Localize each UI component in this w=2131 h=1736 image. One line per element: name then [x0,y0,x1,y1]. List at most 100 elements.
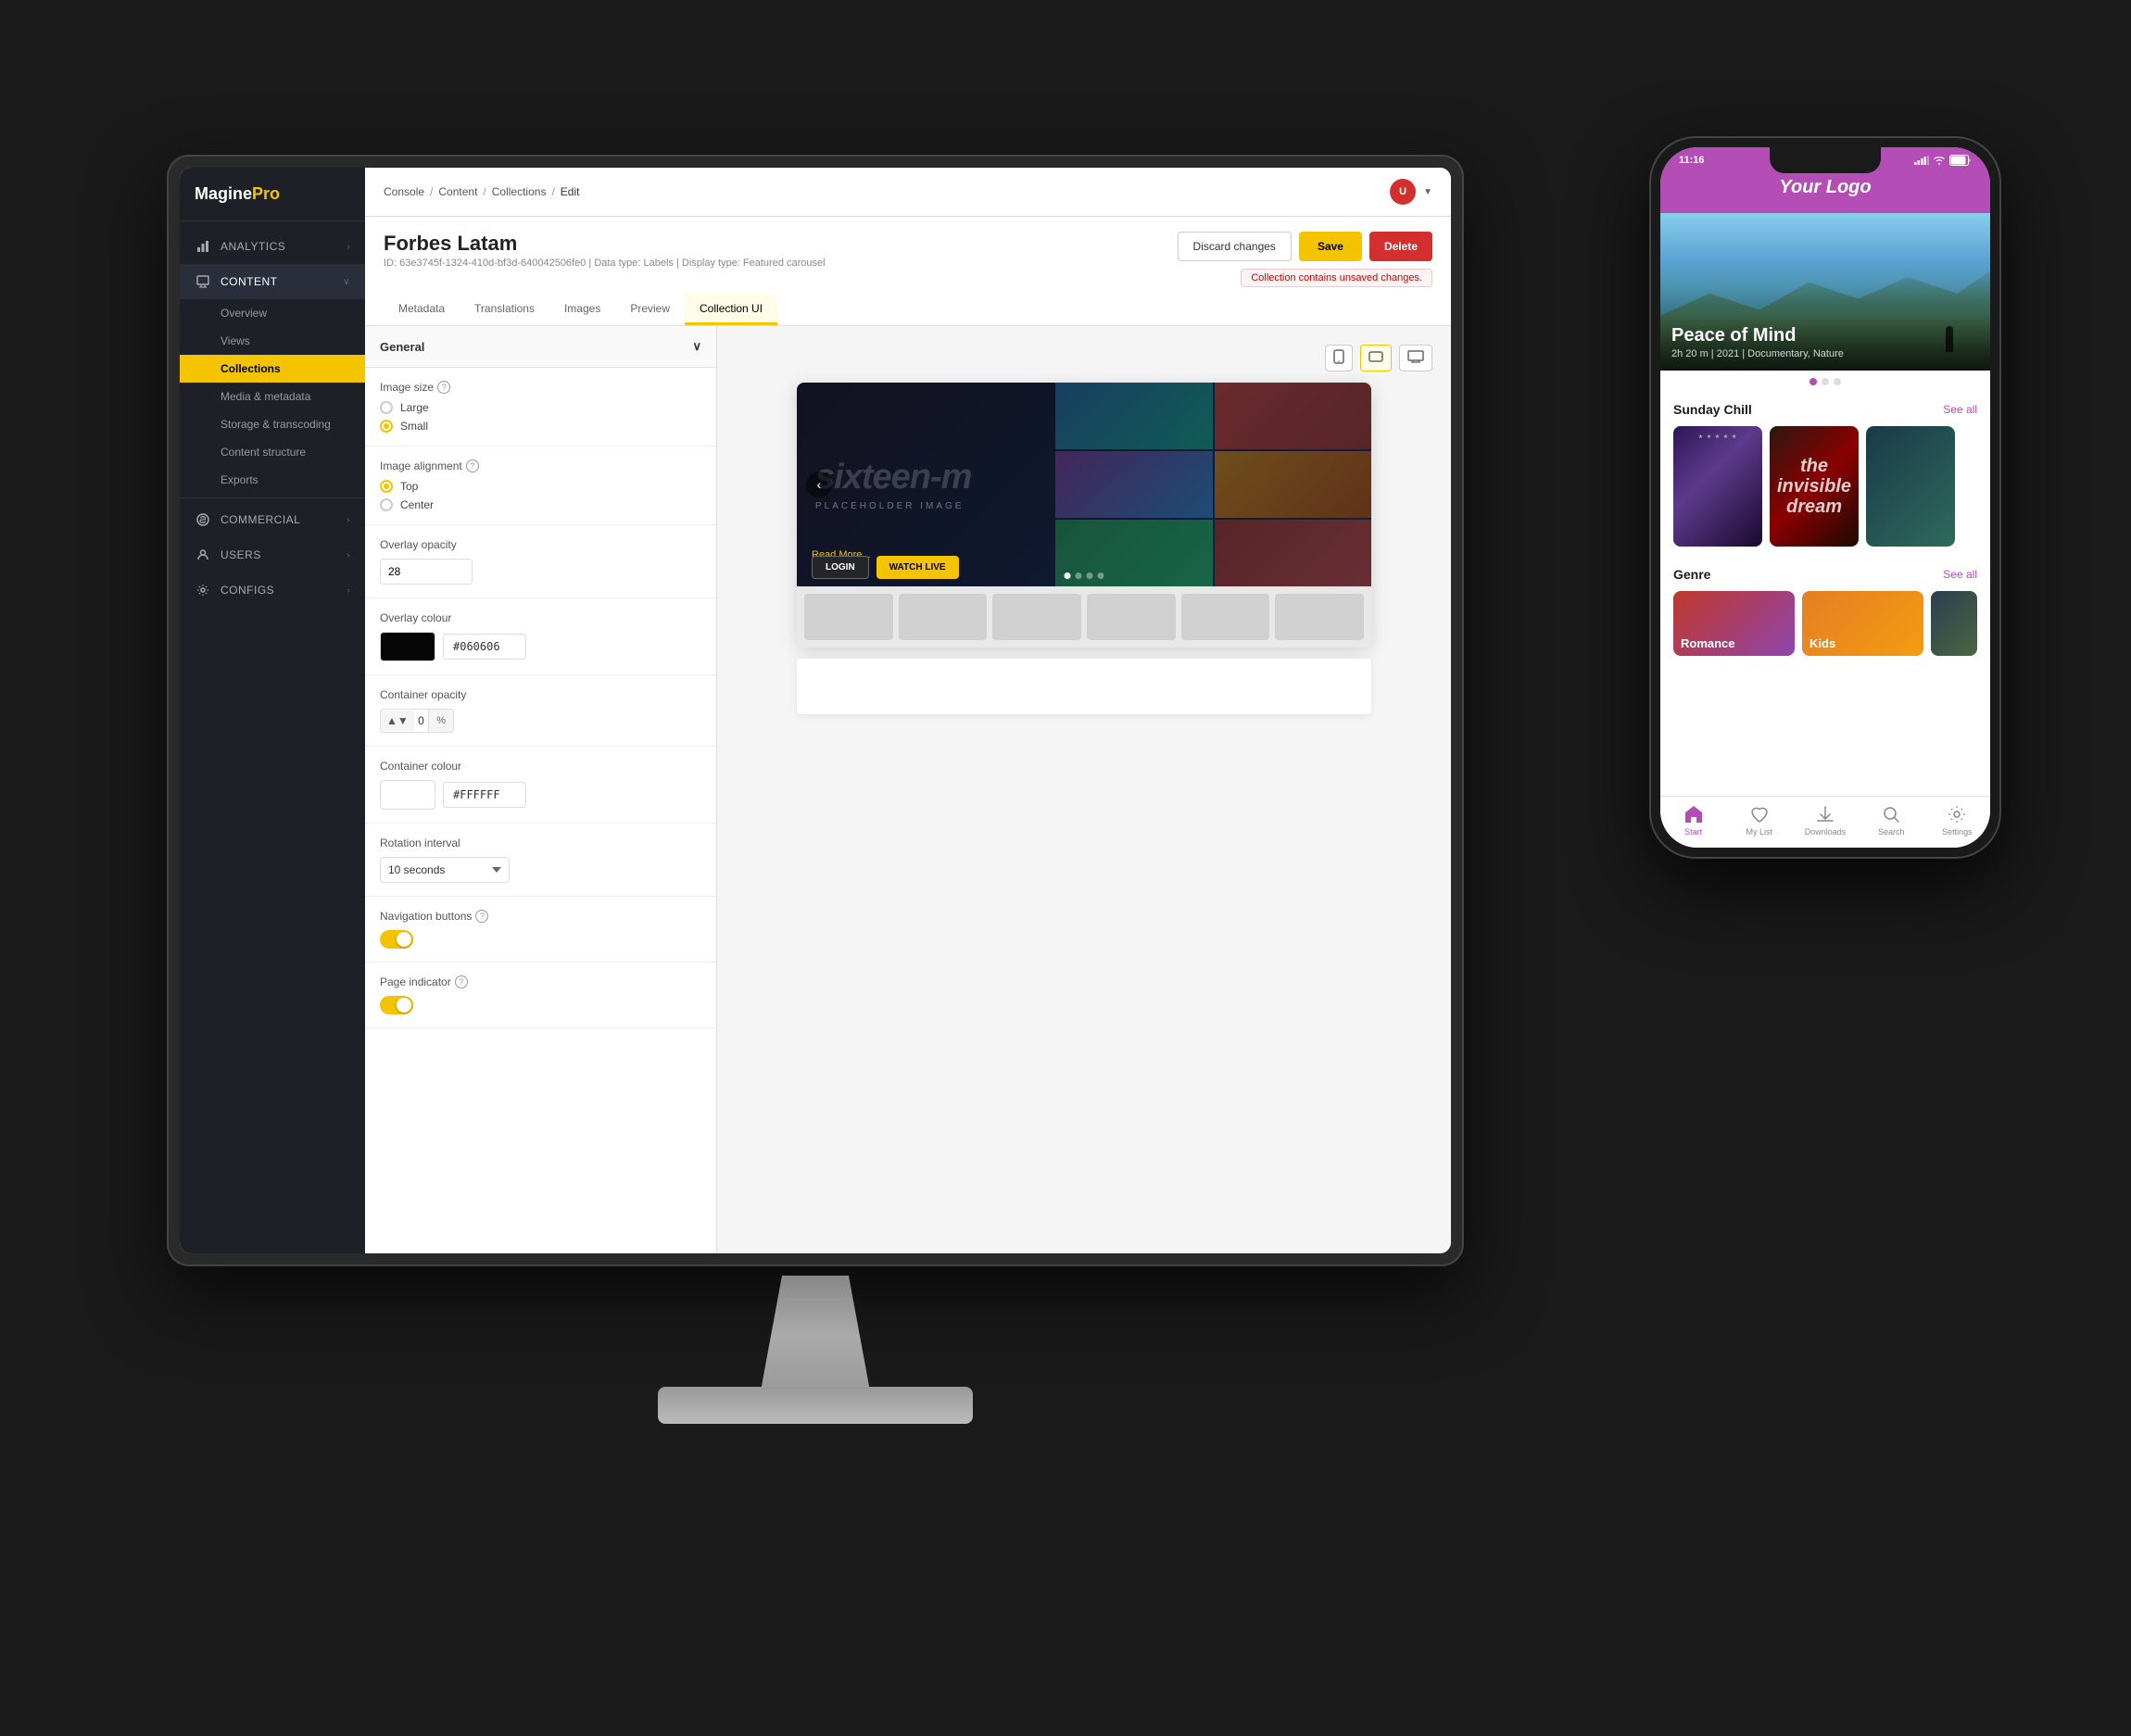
nav-label-mylist: My List [1746,827,1773,837]
image-size-help-icon[interactable]: ? [437,381,450,394]
tab-preview[interactable]: Preview [615,295,685,325]
tab-collection-ui[interactable]: Collection UI [685,295,777,325]
image-size-large[interactable]: Large [380,401,701,414]
heart-nav-icon [1749,804,1770,824]
toggle-knob-page [397,998,411,1013]
hero-dot-2 [1822,378,1829,385]
container-opacity-value: 0 [414,714,428,727]
sidebar: MaginePro [180,168,365,1253]
alignment-center[interactable]: Center [380,498,701,511]
settings-section-header[interactable]: General ∨ [365,326,716,368]
nav-item-mylist[interactable]: My List [1726,804,1792,837]
sidebar-subitem-storage[interactable]: Storage & transcoding [180,410,365,438]
nav-item-downloads[interactable]: Downloads [1792,804,1858,837]
app-layout: MaginePro [180,168,1451,1253]
tablet-device-btn[interactable] [1360,345,1392,371]
hero-meta: 2h 20 m | 2021 | Documentary, Nature [1671,348,1979,359]
delete-button[interactable]: Delete [1369,232,1432,261]
image-alignment-radio-group: Top Center [380,480,701,511]
overlay-colour-swatch[interactable] [380,632,435,661]
carousel-watch-btn[interactable]: WATCH LIVE [876,556,959,579]
sidebar-subitem-collections[interactable]: Collections [180,355,365,383]
movie-row: ★ ★ ★ ★ ★ SKIN DEEP theinvisibledream [1673,426,1977,547]
sidebar-subitem-views[interactable]: Views [180,327,365,355]
image-alignment-help-icon[interactable]: ? [466,459,479,472]
breadcrumb-edit: Edit [561,185,580,198]
navigation-buttons-label: Navigation buttons ? [380,910,701,923]
content-label: CONTENT [221,275,278,288]
genre-card-romance[interactable]: Romance [1673,591,1795,656]
nav-label-start: Start [1684,827,1702,837]
breadcrumb: Console / Content / Collections / Edit [384,185,579,198]
section-see-all-chill[interactable]: See all [1943,403,1977,416]
container-colour-swatch[interactable] [380,780,435,810]
sidebar-item-content[interactable]: CONTENT ∨ [180,264,365,299]
sidebar-item-users[interactable]: USERS › [180,537,365,572]
logo-text: MaginePro [195,184,280,203]
nav-item-settings[interactable]: Settings [1924,804,1990,837]
movie-card-2[interactable]: theinvisibledream [1770,426,1859,547]
section-header-genre: Genre See all [1673,567,1977,582]
carousel-placeholder-sub: PLACEHOLDER IMAGE [815,501,971,511]
header-avatar[interactable]: U [1390,179,1416,205]
tab-translations[interactable]: Translations [460,295,549,325]
settings-panel: General ∨ Image size ? [365,326,717,1253]
section-see-all-genre[interactable]: See all [1943,568,1977,581]
overlay-opacity-input[interactable] [381,560,473,584]
tab-metadata[interactable]: Metadata [384,295,460,325]
navigation-buttons-help-icon[interactable]: ? [475,910,488,923]
navigation-buttons-toggle[interactable] [380,930,413,949]
movie-card-1[interactable]: ★ ★ ★ ★ ★ SKIN DEEP [1673,426,1762,547]
page-indicator-toggle[interactable] [380,996,413,1014]
header-right: U ▼ [1390,179,1432,205]
desktop-device-btn[interactable] [1399,345,1432,371]
container-opacity-decrease[interactable]: ▲▼ [381,711,414,731]
carousel-nav-left[interactable]: ‹ [806,472,832,497]
breadcrumb-console[interactable]: Console [384,185,424,198]
sidebar-item-commercial[interactable]: COMMERCIAL › [180,502,365,537]
image-size-label: Image size ? [380,381,701,394]
nav-item-search[interactable]: Search [1859,804,1924,837]
sidebar-subitem-media[interactable]: Media & metadata [180,383,365,410]
header-dropdown-arrow[interactable]: ▼ [1423,187,1432,197]
monitor-container: MaginePro [167,155,1464,1452]
breadcrumb-collections[interactable]: Collections [492,185,547,198]
page-indicator-help-icon[interactable]: ? [455,975,468,988]
genre-card-kids[interactable]: Kids [1802,591,1923,656]
dot-4 [1098,572,1104,579]
field-page-indicator: Page indicator ? [365,962,716,1028]
tab-images[interactable]: Images [549,295,615,325]
tabs-bar: Metadata Translations Images Preview Col… [384,295,1432,325]
save-button[interactable]: Save [1299,232,1362,261]
movie-card-3[interactable] [1866,426,1955,547]
sidebar-subitem-exports[interactable]: Exports [180,466,365,494]
poster-1-awards: ★ ★ ★ ★ ★ [1679,434,1757,440]
sidebar-item-configs[interactable]: CONFIGS › [180,572,365,608]
container-colour-input[interactable] [443,782,526,808]
thumb-5 [1181,594,1270,640]
sidebar-subitem-structure[interactable]: Content structure [180,438,365,466]
section-title: General [380,340,424,354]
thumb-3 [992,594,1081,640]
phone-screen: 11:16 [1660,147,1990,848]
phone-time: 11:16 [1679,155,1705,166]
sidebar-subitem-overview[interactable]: Overview [180,299,365,327]
settings-nav-icon [1947,804,1967,824]
rotation-interval-select[interactable]: 5 seconds 10 seconds 15 seconds 30 secon… [380,857,510,883]
carousel-login-btn[interactable]: LOGIN [812,556,869,579]
alignment-top[interactable]: Top [380,480,701,493]
users-icon [195,547,211,563]
genre-card-other[interactable] [1931,591,1977,656]
sidebar-item-analytics[interactable]: ANALYTICS › [180,229,365,264]
carousel-action-buttons: LOGIN WATCH LIVE [812,556,959,579]
field-image-size: Image size ? Large [365,368,716,447]
logo-magine: Magine [195,184,252,203]
image-size-small[interactable]: Small [380,420,701,433]
discard-changes-button[interactable]: Discard changes [1178,232,1292,261]
header-bar: Console / Content / Collections / Edit U… [365,168,1451,217]
breadcrumb-content[interactable]: Content [438,185,477,198]
overlay-colour-input[interactable] [443,634,526,660]
nav-item-start[interactable]: Start [1660,804,1726,837]
phone-section-genre: Genre See all Romance Kids [1660,558,1990,660]
mobile-device-btn[interactable] [1325,345,1353,371]
